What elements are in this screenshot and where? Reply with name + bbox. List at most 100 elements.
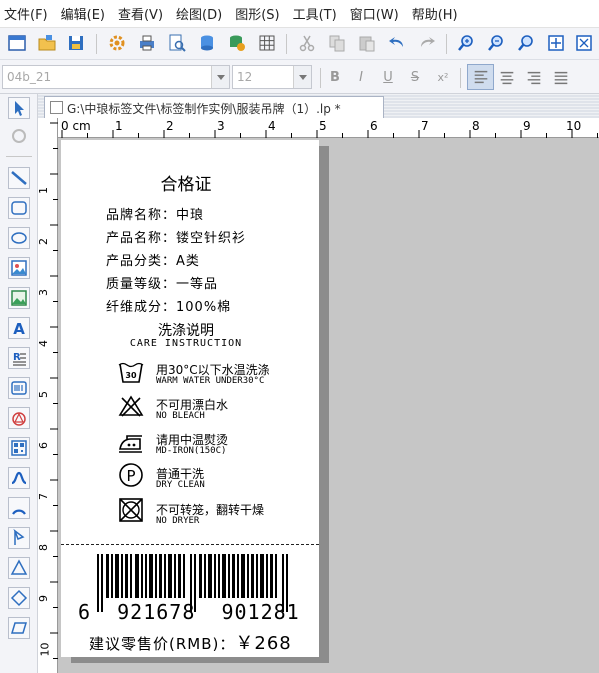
zoom-in-icon[interactable] — [456, 33, 476, 53]
document-tab[interactable]: G:\中琅标签文件\标签制作实例\服装吊牌（1）.lp * — [44, 96, 384, 118]
ruler-label: 4 — [37, 340, 50, 347]
care-iron-en[interactable]: MD-IRON(150C) — [156, 446, 226, 456]
print-preview-icon[interactable] — [167, 33, 187, 53]
zoom-out-icon[interactable] — [486, 33, 506, 53]
cut-icon[interactable] — [297, 33, 317, 53]
suggested-price[interactable]: 建议零售价(RMB)：￥268 — [89, 629, 292, 655]
label-paper[interactable]: 合格证 品牌名称：中琅 产品名称：镂空针织衫 产品分类：A类 质量等级：一等品 … — [61, 140, 319, 657]
fit-page-icon[interactable] — [546, 33, 566, 53]
qrcode-tool-icon[interactable] — [8, 437, 30, 459]
brand-line[interactable]: 品牌名称：中琅 — [106, 204, 204, 223]
font-size-select[interactable]: 12 — [232, 65, 312, 89]
italic-button[interactable]: I — [350, 67, 372, 89]
triangle-tool-icon[interactable] — [8, 557, 30, 579]
open-folder-icon[interactable] — [37, 33, 57, 53]
care-bleach-en[interactable]: NO BLEACH — [156, 411, 205, 421]
iron-medium-icon[interactable] — [118, 430, 144, 454]
align-center-icon[interactable] — [496, 67, 518, 89]
toolbar-separator — [460, 68, 461, 88]
ruler-label: 8 — [472, 119, 480, 133]
menu-window[interactable]: 窗口(W) — [350, 4, 399, 23]
new-file-icon[interactable] — [7, 33, 27, 53]
care-dryer-en[interactable]: NO DRYER — [156, 516, 199, 526]
care-title[interactable]: 洗涤说明 — [61, 320, 311, 340]
ruler-label: 0 cm — [61, 119, 91, 133]
image-tool-icon[interactable] — [8, 287, 30, 309]
care-dryclean-en[interactable]: DRY CLEAN — [156, 480, 205, 490]
rounded-rectangle-tool-icon[interactable] — [8, 197, 30, 219]
select-pointer-icon[interactable] — [8, 97, 30, 119]
paste-icon[interactable] — [357, 33, 377, 53]
grid-icon[interactable] — [257, 33, 277, 53]
ruler-label: 2 — [166, 119, 174, 133]
dry-clean-badge: P — [126, 467, 135, 485]
barcode-tool-icon[interactable] — [8, 377, 30, 399]
fiber-content-line[interactable]: 纤维成分：100%棉 — [106, 296, 231, 315]
care-wash-en[interactable]: WARM WATER UNDER30°C — [156, 376, 264, 386]
ruler-label: 2 — [37, 238, 50, 245]
menu-shape[interactable]: 图形(S) — [235, 4, 279, 23]
tear-line — [61, 544, 319, 545]
copy-icon[interactable] — [327, 33, 347, 53]
redo-icon[interactable] — [417, 33, 437, 53]
chevron-down-icon[interactable] — [293, 66, 311, 88]
ruler-label: 9 — [37, 595, 50, 602]
database-settings-icon[interactable] — [227, 33, 247, 53]
label-title[interactable]: 合格证 — [61, 170, 311, 195]
superscript-button[interactable]: x² — [432, 67, 454, 89]
align-right-icon[interactable] — [523, 67, 545, 89]
bold-button[interactable]: B — [324, 67, 346, 89]
text-tool-icon[interactable]: A — [8, 317, 30, 339]
curve-tool-icon[interactable] — [8, 467, 30, 489]
zoom-icon[interactable] — [516, 33, 536, 53]
menu-help[interactable]: 帮助(H) — [412, 4, 458, 23]
arc-tool-icon[interactable] — [8, 497, 30, 519]
ruler-label: 5 — [319, 119, 327, 133]
price-value: ￥268 — [235, 633, 292, 654]
chevron-down-icon[interactable] — [211, 66, 229, 88]
no-tumble-dry-icon[interactable] — [118, 498, 144, 522]
shape-tool-icon[interactable] — [8, 407, 30, 429]
ellipse-tool-icon[interactable] — [8, 227, 30, 249]
quality-grade-line[interactable]: 质量等级：一等品 — [106, 273, 218, 292]
product-category-line[interactable]: 产品分类：A类 — [106, 250, 200, 269]
ruler-label: 4 — [268, 119, 276, 133]
underline-button[interactable]: U — [377, 67, 399, 89]
line-tool-icon[interactable] — [8, 167, 30, 189]
ruler-label: 7 — [421, 119, 429, 133]
document-area: G:\中琅标签文件\标签制作实例\服装吊牌（1）.lp * 0 cm 1 2 3… — [37, 94, 599, 673]
actual-size-icon[interactable] — [574, 33, 594, 53]
polyline-tool-icon[interactable] — [8, 527, 30, 549]
save-icon[interactable] — [66, 33, 86, 53]
drawing-toolbox: A R — [0, 94, 38, 673]
settings-gear-icon[interactable] — [107, 33, 127, 53]
menu-draw[interactable]: 绘图(D) — [176, 4, 222, 23]
care-subtitle[interactable]: CARE INSTRUCTION — [61, 338, 311, 349]
document-file-icon — [50, 101, 63, 114]
design-canvas[interactable]: 合格证 品牌名称：中琅 产品名称：镂空针织衫 产品分类：A类 质量等级：一等品 … — [58, 138, 599, 673]
menu-file[interactable]: 文件(F) — [4, 4, 48, 23]
menu-tools[interactable]: 工具(T) — [293, 4, 337, 23]
parallelogram-tool-icon[interactable] — [8, 617, 30, 639]
print-icon[interactable] — [137, 33, 157, 53]
wash-30-icon[interactable]: 30 — [118, 360, 144, 384]
rotate-tool-icon[interactable] — [8, 125, 30, 147]
align-justify-icon[interactable] — [550, 67, 572, 89]
rich-text-tool-icon[interactable]: R — [8, 347, 30, 369]
strikethrough-button[interactable]: S — [404, 67, 426, 89]
no-bleach-icon[interactable] — [118, 394, 144, 418]
database-icon[interactable] — [197, 33, 217, 53]
menu-edit[interactable]: 编辑(E) — [61, 4, 105, 23]
undo-icon[interactable] — [387, 33, 407, 53]
toolbar-separator — [96, 34, 97, 54]
picture-tool-icon[interactable] — [8, 257, 30, 279]
product-name-line[interactable]: 产品名称：镂空针织衫 — [106, 227, 246, 246]
align-left-icon[interactable] — [467, 64, 494, 90]
barcode-number[interactable]: 6 921678 901281 — [78, 600, 300, 624]
format-toolbar: 04b_21 12 B I U S x² — [0, 60, 599, 94]
ruler-label: 1 — [37, 187, 50, 194]
menu-view[interactable]: 查看(V) — [118, 4, 163, 23]
font-family-select[interactable]: 04b_21 — [2, 65, 230, 89]
dry-clean-icon[interactable]: P — [118, 463, 144, 487]
diamond-tool-icon[interactable] — [8, 587, 30, 609]
